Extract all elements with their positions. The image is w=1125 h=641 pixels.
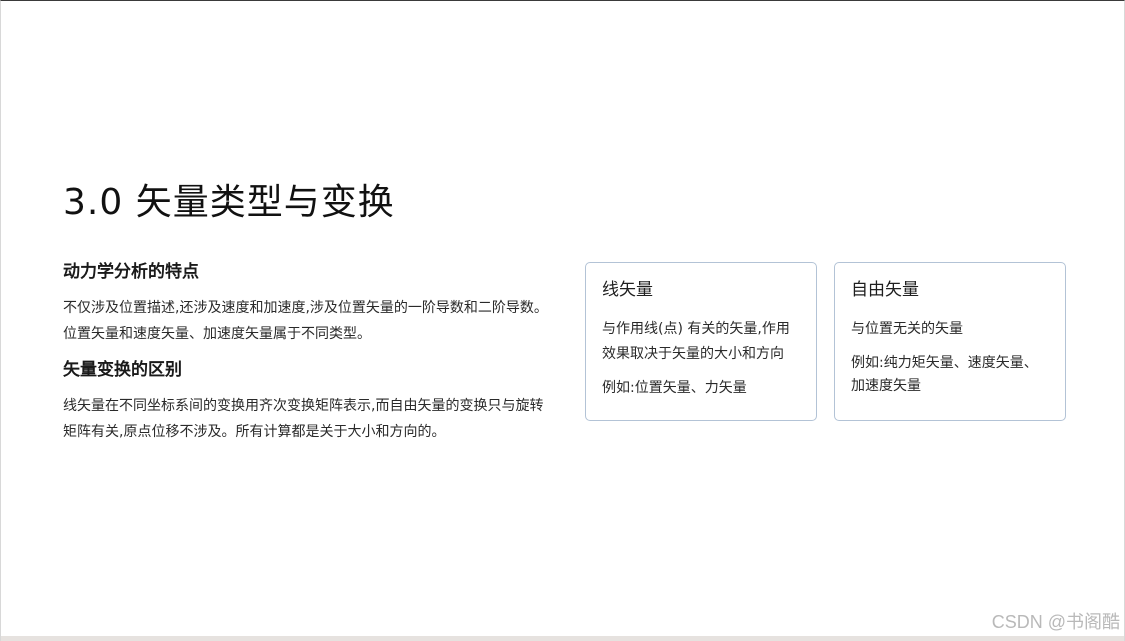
- section-body-dynamics: 不仅涉及位置描述,还涉及速度和加速度,涉及位置矢量的一阶导数和二阶导数。位置矢量…: [63, 300, 548, 342]
- content-left-column: 动力学分析的特点 不仅涉及位置描述,还涉及速度和加速度,涉及位置矢量的一阶导数和…: [63, 259, 553, 445]
- card-free-vector: 自由矢量 与位置无关的矢量 例如:纯力矩矢量、速度矢量、加速度矢量: [834, 262, 1066, 421]
- card-description: 与作用线(点) 有关的矢量,作用效果取决于矢量的大小和方向: [602, 321, 790, 362]
- slide: 3.0 矢量类型与变换 动力学分析的特点 不仅涉及位置描述,还涉及速度和加速度,…: [0, 0, 1125, 641]
- bottom-divider: [1, 636, 1124, 641]
- section-heading-dynamics: 动力学分析的特点: [63, 262, 199, 282]
- card-example: 例如:位置矢量、力矢量: [602, 380, 747, 396]
- card-title: 线矢量: [602, 280, 653, 300]
- card-description: 与位置无关的矢量: [851, 321, 963, 337]
- section-body-transform: 线矢量在不同坐标系间的变换用齐次变换矩阵表示,而自由矢量的变换只与旋转矩阵有关,…: [63, 398, 544, 440]
- card-example: 例如:纯力矩矢量、速度矢量、加速度矢量: [851, 355, 1038, 394]
- card-line-vector: 线矢量 与作用线(点) 有关的矢量,作用效果取决于矢量的大小和方向 例如:位置矢…: [585, 262, 817, 421]
- card-title: 自由矢量: [851, 280, 919, 300]
- watermark: CSDN @书阁酷: [991, 612, 1120, 632]
- section-heading-transform: 矢量变换的区别: [63, 360, 182, 380]
- slide-title: 3.0 矢量类型与变换: [63, 182, 395, 223]
